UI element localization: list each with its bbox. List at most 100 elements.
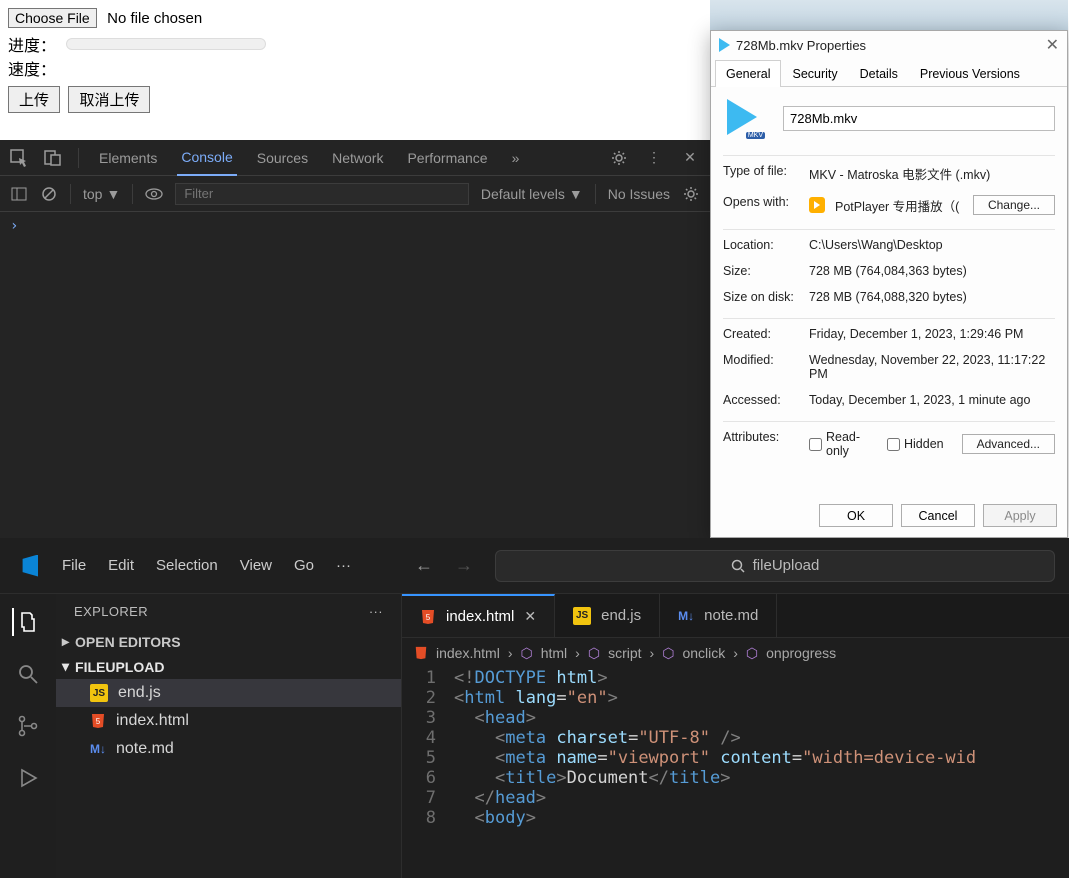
console-gear-icon[interactable] — [682, 185, 700, 203]
sizedisk-label: Size on disk: — [723, 290, 799, 304]
breadcrumb[interactable]: index.html› ⬡ html› ⬡ script› ⬡ onclick›… — [402, 638, 1069, 668]
tab-security[interactable]: Security — [781, 60, 848, 87]
code-line[interactable]: 7 </head> — [402, 788, 1069, 808]
apply-button[interactable]: Apply — [983, 504, 1057, 527]
code-line[interactable]: 5 <meta name="viewport" content="width=d… — [402, 748, 1069, 768]
run-debug-icon[interactable] — [14, 764, 42, 792]
code-line[interactable]: 3 <head> — [402, 708, 1069, 728]
inspect-icon[interactable] — [10, 149, 28, 167]
md-file-icon: M↓ — [90, 742, 106, 756]
size-label: Size: — [723, 264, 799, 278]
device-toggle-icon[interactable] — [44, 149, 62, 167]
menu-edit[interactable]: Edit — [108, 557, 134, 574]
folder-section[interactable]: FILEUPLOAD — [56, 654, 401, 679]
gear-icon[interactable] — [610, 149, 628, 167]
js-file-icon: JS — [90, 684, 108, 702]
source-control-icon[interactable] — [14, 712, 42, 740]
nav-back-icon[interactable]: ← — [415, 555, 433, 576]
progress-label: 进度： — [8, 32, 56, 56]
filename-input[interactable] — [783, 106, 1055, 131]
console-body[interactable]: › — [0, 212, 710, 538]
code-line[interactable]: 6 <title>Document</title> — [402, 768, 1069, 788]
file-index-html[interactable]: 5 index.html — [56, 707, 401, 735]
html-file-icon: 5 — [420, 609, 436, 625]
search-activity-icon[interactable] — [14, 660, 42, 688]
context-dropdown[interactable]: top ▼ — [83, 186, 120, 202]
command-center[interactable]: fileUpload — [495, 550, 1055, 582]
cube-icon: ⬡ — [746, 645, 758, 662]
editor-tab-notemd[interactable]: M↓ note.md — [660, 594, 777, 637]
js-file-icon: JS — [573, 607, 591, 625]
vscode-logo-icon — [14, 553, 40, 579]
cancel-upload-button[interactable]: 取消上传 — [68, 86, 150, 113]
md-file-icon: M↓ — [678, 609, 694, 623]
code-line[interactable]: 1<!DOCTYPE html> — [402, 668, 1069, 688]
code-line[interactable]: 8 <body> — [402, 808, 1069, 828]
devtools-tab-performance[interactable]: Performance — [403, 140, 491, 176]
issues-label[interactable]: No Issues — [608, 186, 670, 202]
levels-dropdown[interactable]: Default levels ▼ — [481, 186, 583, 202]
accessed-label: Accessed: — [723, 393, 799, 407]
location-label: Location: — [723, 238, 799, 252]
menu-more[interactable]: ··· — [336, 557, 351, 574]
change-button[interactable]: Change... — [973, 195, 1055, 215]
hidden-checkbox[interactable]: Hidden — [887, 437, 944, 451]
code-line[interactable]: 2<html lang="en"> — [402, 688, 1069, 708]
html-file-icon: 5 — [90, 713, 106, 729]
tab-general[interactable]: General — [715, 60, 781, 87]
levels-label: Default levels — [481, 186, 565, 202]
vscode-titlebar[interactable]: File Edit Selection View Go ··· ← → file… — [0, 538, 1069, 594]
devtools-close-icon[interactable]: ✕ — [680, 149, 700, 166]
menu-file[interactable]: File — [62, 557, 86, 574]
explorer-more-icon[interactable]: ··· — [369, 604, 383, 619]
live-expression-icon[interactable] — [145, 185, 163, 203]
speed-label: 速度： — [8, 62, 56, 79]
type-label: Type of file: — [723, 164, 799, 183]
cube-icon: ⬡ — [520, 645, 532, 662]
explorer-icon[interactable] — [12, 608, 40, 636]
explorer-title: EXPLORER — [74, 604, 148, 619]
tab-details[interactable]: Details — [849, 60, 909, 87]
devtools-menu-icon[interactable]: ⋮ — [644, 149, 664, 166]
file-end-js[interactable]: JS end.js — [56, 679, 401, 707]
file-note-md[interactable]: M↓ note.md — [56, 735, 401, 763]
menu-selection[interactable]: Selection — [156, 557, 218, 574]
activity-bar — [0, 594, 56, 878]
console-sidebar-icon[interactable] — [10, 185, 28, 203]
close-tab-icon[interactable]: ✕ — [524, 608, 536, 625]
devtools-tab-sources[interactable]: Sources — [253, 140, 312, 176]
choose-file-button[interactable]: Choose File — [8, 8, 97, 28]
tab-previous-versions[interactable]: Previous Versions — [909, 60, 1031, 87]
editor-tab-index[interactable]: 5 index.html ✕ — [402, 594, 555, 637]
nav-forward-icon[interactable]: → — [455, 555, 473, 576]
devtools-tab-console[interactable]: Console — [177, 140, 236, 176]
menu-view[interactable]: View — [240, 557, 272, 574]
cube-icon: ⬡ — [662, 645, 674, 662]
devtools-more-tabs[interactable]: » — [508, 140, 524, 176]
code-editor[interactable]: 1<!DOCTYPE html>2<html lang="en">3 <head… — [402, 668, 1069, 878]
editor-tab-endjs[interactable]: JS end.js — [555, 594, 660, 637]
potplayer-icon — [809, 197, 825, 213]
sizedisk-value: 728 MB (764,088,320 bytes) — [809, 290, 1055, 304]
attributes-label: Attributes: — [723, 430, 799, 458]
opens-label: Opens with: — [723, 195, 799, 215]
accessed-value: Today, December 1, 2023, 1 minute ago — [809, 393, 1055, 407]
readonly-checkbox[interactable]: Read-only — [809, 430, 869, 458]
modified-label: Modified: — [723, 353, 799, 381]
devtools-tab-elements[interactable]: Elements — [95, 140, 161, 176]
context-label: top — [83, 186, 102, 202]
advanced-button[interactable]: Advanced... — [962, 434, 1055, 454]
close-icon[interactable]: ✕ — [1046, 35, 1059, 55]
cancel-button[interactable]: Cancel — [901, 504, 975, 527]
menu-go[interactable]: Go — [294, 557, 314, 574]
clear-console-icon[interactable] — [40, 185, 58, 203]
ok-button[interactable]: OK — [819, 504, 893, 527]
console-filter-input[interactable] — [175, 183, 469, 205]
chevron-down-icon: ▼ — [106, 186, 120, 202]
chevron-down-icon: ▼ — [569, 186, 583, 202]
code-line[interactable]: 4 <meta charset="UTF-8" /> — [402, 728, 1069, 748]
upload-button[interactable]: 上传 — [8, 86, 60, 113]
devtools-tab-network[interactable]: Network — [328, 140, 387, 176]
properties-titlebar[interactable]: 728Mb.mkv Properties ✕ — [711, 31, 1067, 59]
open-editors-section[interactable]: OPEN EDITORS — [56, 629, 401, 654]
